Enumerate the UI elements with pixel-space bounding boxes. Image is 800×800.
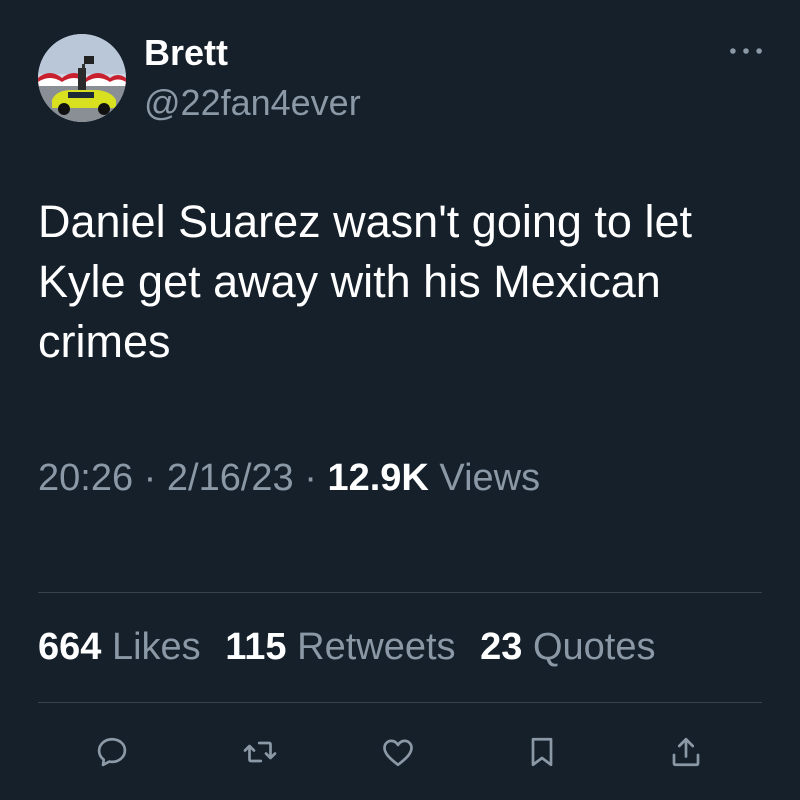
- bookmark-icon: [531, 737, 553, 767]
- share-icon: [672, 737, 700, 767]
- like-button[interactable]: [376, 730, 420, 774]
- tweet-time[interactable]: 20:26: [38, 457, 133, 499]
- divider: [38, 592, 762, 593]
- race-car-avatar-icon: [38, 34, 126, 122]
- reply-icon: [97, 737, 127, 767]
- retweet-icon: [243, 741, 277, 763]
- retweets-count: 115: [225, 626, 287, 668]
- display-name[interactable]: Brett: [144, 32, 228, 74]
- quotes-count: 23: [480, 626, 523, 668]
- views-count: 12.9K: [327, 457, 429, 499]
- tweet-text: Daniel Suarez wasn't going to let Kyle g…: [38, 196, 692, 367]
- retweets-label: Retweets: [297, 626, 456, 668]
- views-label: Views: [439, 457, 541, 499]
- likes-stat[interactable]: 664 Likes: [38, 626, 201, 668]
- retweets-stat[interactable]: 115 Retweets: [225, 626, 455, 668]
- heart-icon: [383, 739, 413, 767]
- user-handle[interactable]: @22fan4ever: [144, 82, 361, 124]
- divider: [38, 702, 762, 703]
- bookmark-button[interactable]: [520, 730, 564, 774]
- meta-separator: ·: [304, 457, 317, 499]
- avatar[interactable]: [38, 34, 126, 122]
- tweet-meta: 20:26 · 2/16/23 · 12.9K Views: [38, 453, 540, 503]
- more-options-button[interactable]: [724, 38, 768, 64]
- tweet-detail: Brett @22fan4ever Daniel Suarez wasn't g…: [0, 0, 800, 800]
- retweet-button[interactable]: [238, 730, 282, 774]
- more-dots-icon: [730, 48, 762, 54]
- tweet-date[interactable]: 2/16/23: [167, 457, 294, 499]
- reply-button[interactable]: [90, 730, 134, 774]
- likes-count: 664: [38, 626, 102, 668]
- meta-separator: ·: [143, 457, 157, 499]
- tweet-stats: 664 Likes 115 Retweets 23 Quotes: [38, 622, 669, 672]
- share-button[interactable]: [664, 730, 708, 774]
- quotes-stat[interactable]: 23 Quotes: [480, 626, 655, 668]
- likes-label: Likes: [111, 626, 201, 668]
- quotes-label: Quotes: [532, 626, 656, 668]
